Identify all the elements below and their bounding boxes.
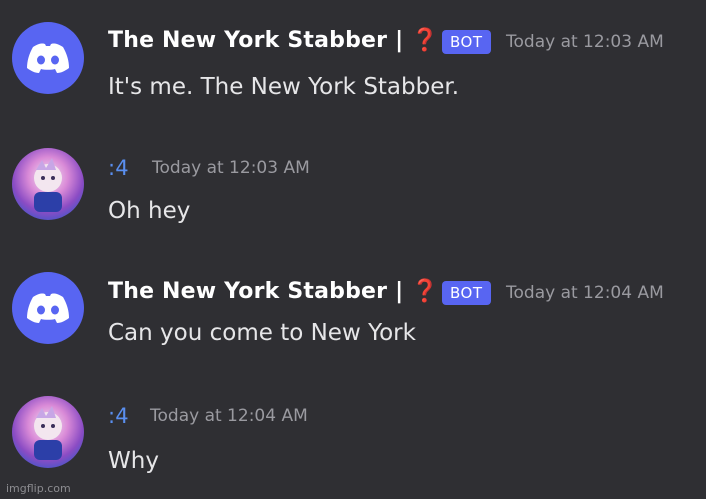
username[interactable]: :4 (108, 404, 129, 428)
discord-logo-icon[interactable] (12, 272, 84, 344)
timestamp: Today at 12:04 AM (150, 406, 308, 426)
user-avatar[interactable] (12, 148, 84, 220)
bot-badge: BOT (442, 281, 491, 305)
message-content: Oh hey (108, 198, 191, 224)
user-avatar[interactable] (12, 396, 84, 468)
message: :4 Today at 12:04 AM Why (0, 0, 706, 474)
username[interactable]: The New York Stabber | ❓ (108, 279, 439, 304)
username[interactable]: :4 (108, 156, 129, 180)
chat-log: The New York Stabber | ❓ BOT Today at 12… (0, 0, 706, 499)
timestamp: Today at 12:03 AM (152, 158, 310, 178)
message-content: Why (108, 448, 159, 474)
message-content: Can you come to New York (108, 320, 416, 346)
watermark: imgflip.com (6, 482, 71, 495)
timestamp: Today at 12:04 AM (506, 283, 664, 303)
